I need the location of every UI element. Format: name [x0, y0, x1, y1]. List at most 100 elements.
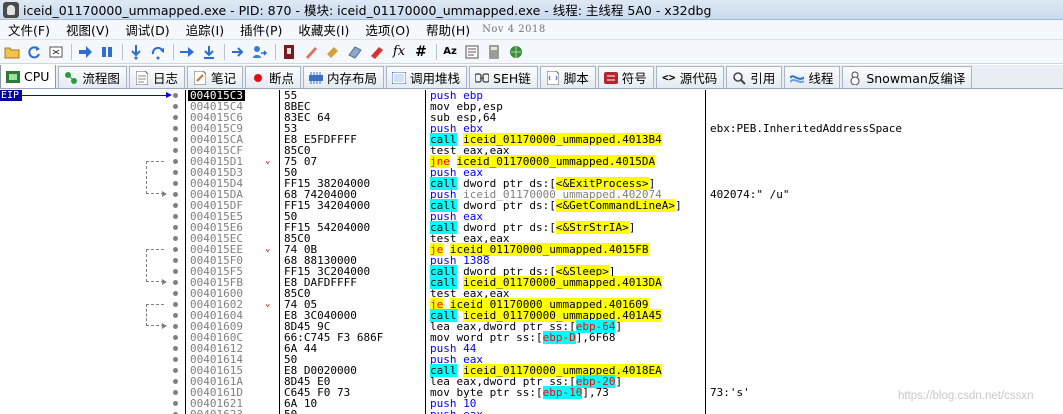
breakpoint-dot[interactable] — [173, 225, 178, 230]
restart-icon[interactable] — [25, 43, 43, 61]
tab-label: 脚本 — [563, 71, 589, 86]
jump-direction-icon: ⌄ — [265, 244, 271, 254]
memory-map-icon — [308, 71, 323, 85]
jump-direction-icon: ⌄ — [265, 299, 271, 309]
breakpoint-dot[interactable] — [173, 335, 178, 340]
breakpoint-dot[interactable] — [173, 104, 178, 109]
breakpoint-dot[interactable] — [173, 346, 178, 351]
references-icon[interactable] — [463, 43, 481, 61]
step-into-icon[interactable] — [127, 43, 145, 61]
comment-cell: ebx:PEB.InheritedAddressSpace — [710, 122, 903, 135]
breakpoint-dot[interactable] — [173, 170, 178, 175]
disasm-row[interactable]: 004015CA E8 E5FDFFFF call iceid_01170000_u… — [0, 133, 1063, 146]
breakpoint-dot[interactable] — [173, 401, 178, 406]
breakpoint-dot[interactable] — [173, 159, 178, 164]
toolbar-separator — [173, 43, 174, 60]
disasm-row[interactable]: 004015C3 55 push ebp — [0, 90, 1063, 101]
breakpoint-dot[interactable] — [173, 247, 178, 252]
breakpoint-dot[interactable] — [173, 181, 178, 186]
breakpoint-dot[interactable] — [173, 236, 178, 241]
menu-bar: 文件(F) 视图(V) 调试(D) 追踪(I) 插件(P) 收藏夹(I) 选项(… — [0, 20, 1063, 40]
tab-references[interactable]: 引用 — [726, 66, 783, 88]
tab-call-stack[interactable]: 调用堆栈 — [386, 66, 468, 88]
breakpoint-dot[interactable] — [173, 313, 178, 318]
tab-breakpoints[interactable]: 断点 — [244, 66, 301, 88]
disasm-row[interactable]: 004015C4 8BEC mov ebp,esp — [0, 101, 1063, 112]
breakpoint-dot[interactable] — [173, 148, 178, 153]
disasm-row[interactable]: 004015FB E8 DAFDFFFF call iceid_01170000_u… — [0, 276, 1063, 289]
instruction-token: push eax — [430, 408, 483, 414]
disasm-row[interactable]: 00401623 50 push eax — [0, 409, 1063, 414]
script-icon[interactable] — [302, 43, 320, 61]
disasm-row[interactable]: 004015C6 83EC 64 sub esp,64 — [0, 112, 1063, 123]
tab-log[interactable]: 日志 — [128, 66, 185, 88]
about-icon[interactable] — [507, 43, 525, 61]
variables-icon[interactable]: # — [412, 43, 430, 61]
menu-debug[interactable]: 调试(D) — [117, 20, 177, 39]
run-icon[interactable] — [76, 43, 94, 61]
tab-symbols[interactable]: 符号 — [597, 66, 654, 88]
tab-threads[interactable]: 线程 — [784, 66, 841, 88]
tab-memory-map[interactable]: 内存布局 — [302, 66, 384, 88]
function-icon[interactable]: fx — [390, 43, 408, 61]
disasm-row[interactable]: 004015D1 ⌄ 75 07 jne iceid_01170000_ummappe… — [0, 155, 1063, 168]
menu-help[interactable]: 帮助(H) — [418, 20, 478, 39]
tab-graph[interactable]: 流程图 — [58, 66, 127, 88]
tab-cpu[interactable]: CPU — [0, 65, 57, 88]
menu-file[interactable]: 文件(F) — [0, 20, 58, 39]
breakpoint-dot[interactable] — [173, 368, 178, 373]
label-icon[interactable] — [346, 43, 364, 61]
menu-plugins[interactable]: 插件(P) — [232, 20, 290, 39]
disassembly-view[interactable]: EIP 004015C3 55 push ebp 004015C4 8BEC mov eb… — [0, 90, 1063, 414]
tab-source[interactable]: <> 源代码 — [655, 66, 725, 88]
bookmark-icon[interactable] — [368, 43, 386, 61]
tab-label: 引用 — [750, 71, 776, 86]
tab-script[interactable]: 脚本 — [539, 66, 596, 88]
tab-notes[interactable]: 笔记 — [186, 66, 243, 88]
breakpoint-dot[interactable] — [173, 258, 178, 263]
patch-icon[interactable] — [280, 43, 298, 61]
breakpoint-dot[interactable] — [173, 203, 178, 208]
cpu-icon — [6, 70, 20, 84]
breakpoint-dot[interactable] — [173, 291, 178, 296]
toolbar: fx # Az — [0, 40, 1063, 64]
breakpoint-dot[interactable] — [173, 269, 178, 274]
open-icon[interactable] — [3, 43, 21, 61]
close-icon[interactable] — [47, 43, 65, 61]
disasm-row[interactable]: 004015EE ⌄ 74 0B je iceid_01170000_ummapped… — [0, 243, 1063, 256]
breakpoint-dot[interactable] — [173, 280, 178, 285]
breakpoint-dot[interactable] — [173, 192, 178, 197]
breakpoint-dot[interactable] — [173, 93, 178, 98]
execute-till-return-icon[interactable] — [229, 43, 247, 61]
comment-icon[interactable] — [324, 43, 342, 61]
menu-trace[interactable]: 追踪(I) — [178, 20, 232, 39]
breakpoint-dot[interactable] — [173, 357, 178, 362]
breakpoint-dot[interactable] — [173, 115, 178, 120]
strings-icon[interactable]: Az — [441, 43, 459, 61]
disasm-row[interactable]: 0040160C 66:C745 F3 686F mov word ptr ss:[… — [0, 331, 1063, 344]
trace-into-icon[interactable] — [178, 43, 196, 61]
threads-icon — [790, 71, 805, 85]
disasm-row[interactable]: 004015E6 FF15 54204000 call dword ptr ds:[… — [0, 221, 1063, 234]
menu-options[interactable]: 选项(O) — [357, 20, 418, 39]
breakpoint-dot[interactable] — [173, 302, 178, 307]
breakpoint-dot[interactable] — [173, 390, 178, 395]
step-over-icon[interactable] — [149, 43, 167, 61]
breakpoint-dot[interactable] — [173, 137, 178, 142]
breakpoint-dot[interactable] — [173, 214, 178, 219]
menu-favourites[interactable]: 收藏夹(I) — [290, 20, 357, 39]
disasm-row[interactable]: 004015DF FF15 34204000 call dword ptr ds:[… — [0, 199, 1063, 212]
breakpoint-dot[interactable] — [173, 379, 178, 384]
calculator-icon[interactable] — [485, 43, 503, 61]
toolbar-separator — [224, 43, 225, 60]
breakpoint-dot[interactable] — [173, 126, 178, 131]
tab-snowman[interactable]: Snowman反编译 — [842, 66, 973, 88]
run-to-user-code-icon[interactable] — [251, 43, 269, 61]
disasm-row[interactable]: 00401612 6A 44 push 44 — [0, 343, 1063, 354]
pause-icon[interactable] — [98, 43, 116, 61]
notes-icon — [193, 70, 207, 85]
tab-seh-chain[interactable]: SEH链 — [469, 66, 538, 88]
breakpoint-dot[interactable] — [173, 324, 178, 329]
menu-view[interactable]: 视图(V) — [58, 20, 117, 39]
trace-over-icon[interactable] — [200, 43, 218, 61]
